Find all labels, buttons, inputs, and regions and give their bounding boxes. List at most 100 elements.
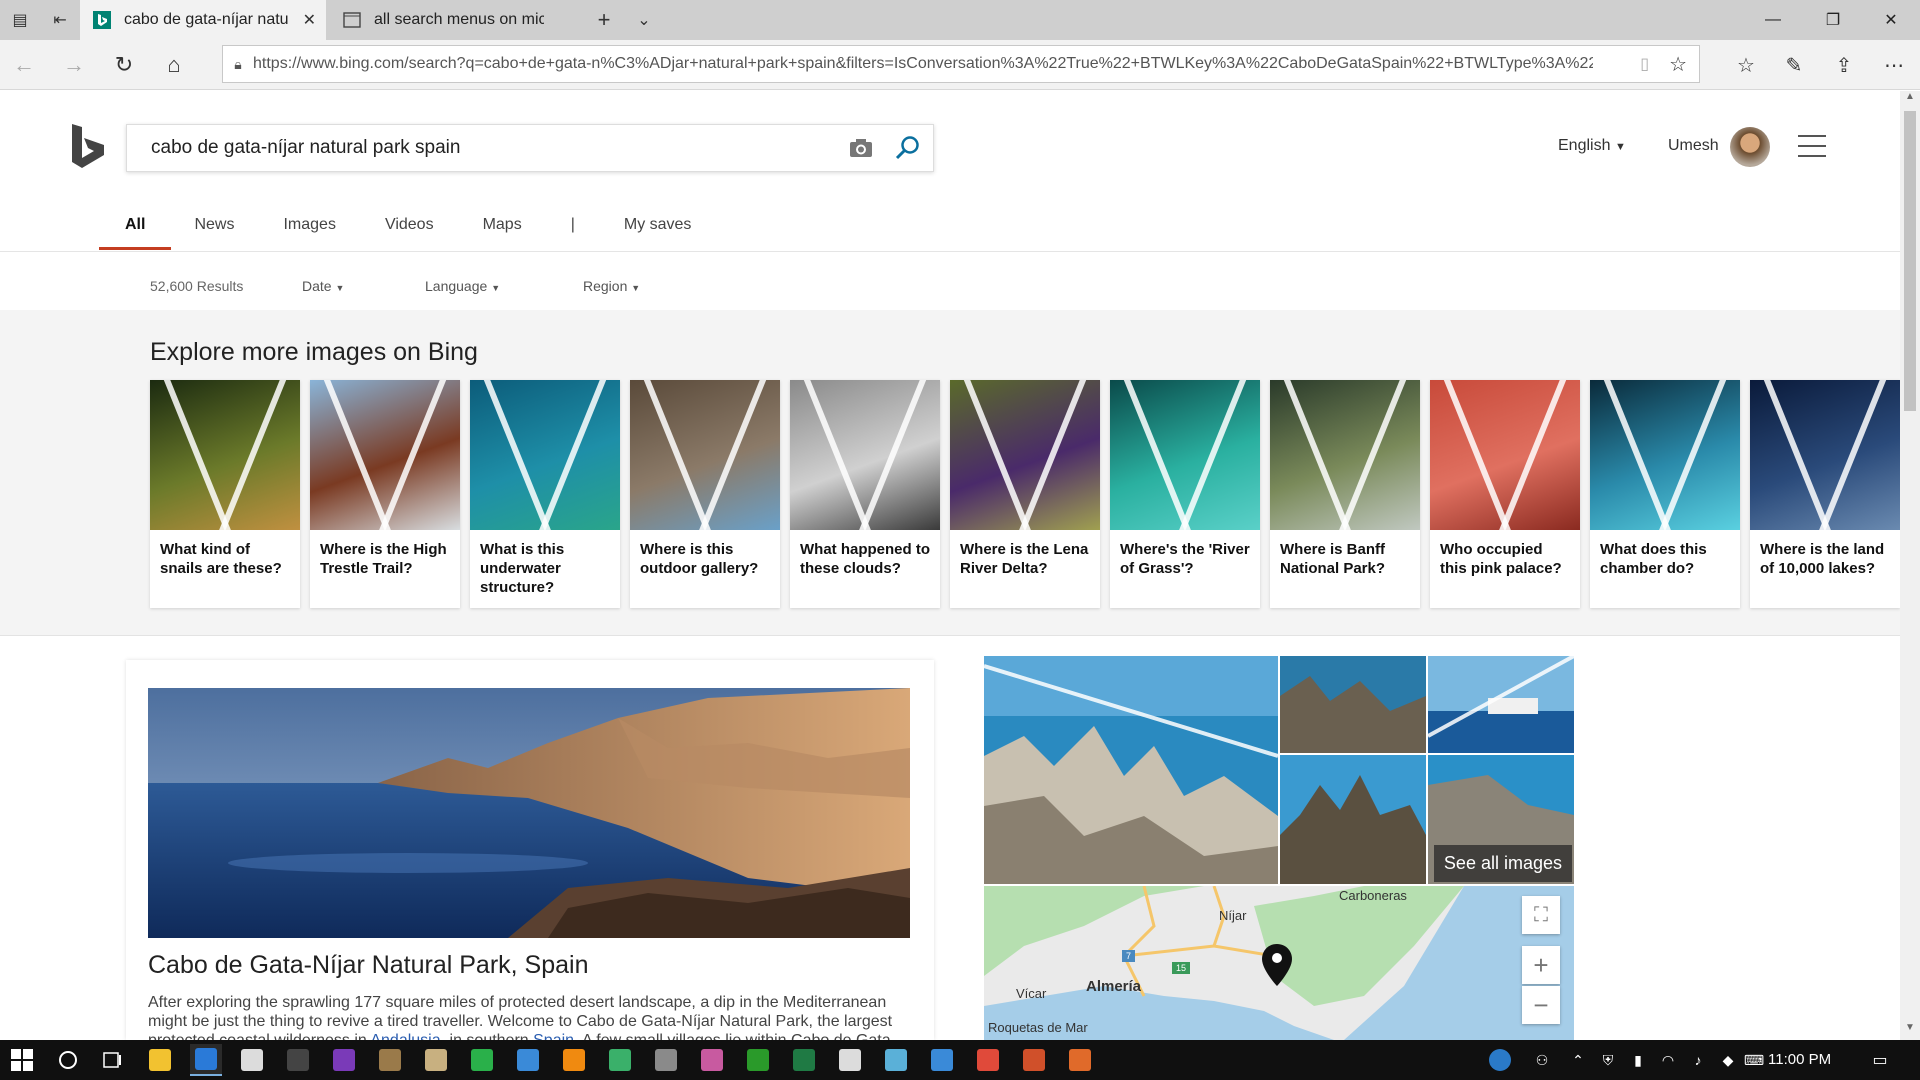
scrollbar[interactable]: ▲ ▼ bbox=[1900, 91, 1920, 1040]
tab-my-saves[interactable]: My saves bbox=[624, 210, 692, 250]
explore-card[interactable]: What is this underwater structure? bbox=[470, 380, 620, 608]
minimize-button[interactable]: — bbox=[1744, 0, 1802, 40]
explore-card[interactable]: Where is the Lena River Delta? bbox=[950, 380, 1100, 608]
hamburger-menu-icon[interactable] bbox=[1798, 135, 1826, 157]
rocks-image[interactable] bbox=[1280, 656, 1426, 753]
tab-maps[interactable]: Maps bbox=[483, 210, 522, 250]
zoom-out-button[interactable]: − bbox=[1522, 986, 1560, 1024]
volume-icon[interactable]: ♪ bbox=[1682, 1044, 1714, 1076]
clock[interactable]: 11:00 PM bbox=[1768, 1051, 1831, 1068]
explore-card[interactable]: Where is Banff National Park? bbox=[1270, 380, 1420, 608]
office-icon[interactable] bbox=[1064, 1044, 1096, 1076]
tabs-aside-icon[interactable]: ⇤ bbox=[40, 0, 80, 40]
new-tab-icon[interactable]: + bbox=[584, 0, 624, 40]
map-pin-icon[interactable] bbox=[1262, 944, 1292, 986]
keyboard-icon[interactable]: ⌨ bbox=[1738, 1044, 1770, 1076]
maximize-button[interactable]: ❐ bbox=[1804, 0, 1862, 40]
paint3d-icon[interactable] bbox=[604, 1044, 636, 1076]
explore-card[interactable]: Who occupied this pink palace? bbox=[1430, 380, 1580, 608]
arrecife-image[interactable] bbox=[1280, 755, 1426, 884]
scrollbar-thumb[interactable] bbox=[1904, 111, 1916, 411]
weather-icon[interactable] bbox=[926, 1044, 958, 1076]
favorites-hub-icon[interactable]: ☆ bbox=[1726, 45, 1766, 85]
home-icon[interactable]: ⌂ bbox=[154, 45, 194, 85]
forward-arrow-icon[interactable]: → bbox=[54, 45, 94, 85]
people-icon[interactable]: ⚇ bbox=[1526, 1044, 1558, 1076]
tab-actions-icon[interactable]: ▤ bbox=[0, 0, 40, 40]
windows-start-icon[interactable] bbox=[6, 1044, 38, 1076]
region-filter[interactable]: Region ▼ bbox=[583, 278, 640, 294]
back-arrow-icon[interactable]: ← bbox=[4, 45, 44, 85]
file-explorer-icon[interactable] bbox=[144, 1044, 176, 1076]
task-view-icon[interactable] bbox=[96, 1044, 128, 1076]
snip-icon[interactable] bbox=[880, 1044, 912, 1076]
share-icon[interactable]: ⇪ bbox=[1824, 45, 1864, 85]
wifi-icon[interactable]: ◠ bbox=[1652, 1044, 1684, 1076]
refresh-icon[interactable]: ↻ bbox=[104, 45, 144, 85]
search-icon[interactable] bbox=[883, 135, 933, 161]
close-window-button[interactable]: ✕ bbox=[1862, 0, 1920, 40]
kindle-icon[interactable] bbox=[282, 1044, 314, 1076]
tab-news[interactable]: News bbox=[194, 210, 234, 250]
evernote-icon[interactable] bbox=[466, 1044, 498, 1076]
village-image[interactable] bbox=[1428, 656, 1574, 753]
scroll-up-icon[interactable]: ▲ bbox=[1900, 91, 1920, 109]
tab-microsoft-search[interactable]: all search menus on microsc bbox=[330, 0, 576, 40]
notifications-icon[interactable]: ▭ bbox=[1864, 1044, 1896, 1076]
close-tab-icon[interactable]: ✕ bbox=[303, 10, 316, 30]
see-all-images-button[interactable]: See all images bbox=[1433, 845, 1572, 882]
tab-videos[interactable]: Videos bbox=[385, 210, 434, 250]
sticky-icon[interactable] bbox=[650, 1044, 682, 1076]
coast-image[interactable] bbox=[984, 656, 1278, 884]
excel-icon[interactable] bbox=[788, 1044, 820, 1076]
chrome-icon[interactable] bbox=[972, 1044, 1004, 1076]
cortana-icon[interactable] bbox=[52, 1044, 84, 1076]
explore-card[interactable]: What does this chamber do? bbox=[1590, 380, 1740, 608]
address-bar[interactable]: 🔒︎ https://www.bing.com/search?q=cabo+de… bbox=[222, 45, 1700, 83]
chevron-down-icon[interactable]: ⌄ bbox=[624, 0, 664, 40]
language-dropdown[interactable]: English ▼ bbox=[1558, 137, 1626, 155]
edge-browser-icon[interactable] bbox=[190, 1044, 222, 1076]
web-note-pen-icon[interactable]: ✎ bbox=[1774, 45, 1814, 85]
hero-image[interactable] bbox=[148, 688, 910, 938]
tab-bing-search[interactable]: cabo de gata-níjar natu ✕ bbox=[80, 0, 326, 40]
explore-card[interactable]: What kind of snails are these? bbox=[150, 380, 300, 608]
explore-card[interactable]: Where is the High Trestle Trail? bbox=[310, 380, 460, 608]
groove-icon[interactable] bbox=[696, 1044, 728, 1076]
battery-icon[interactable]: ▮ bbox=[1622, 1044, 1654, 1076]
map[interactable]: Carboneras Níjar Almería Vícar Roquetas … bbox=[984, 886, 1574, 1040]
avatar[interactable] bbox=[1730, 127, 1770, 167]
defender-icon[interactable]: ⛨ bbox=[1592, 1044, 1624, 1076]
andalusia-link[interactable]: Andalusia bbox=[370, 1032, 440, 1040]
bing-logo[interactable] bbox=[70, 122, 110, 172]
explore-card[interactable]: What happened to these clouds? bbox=[790, 380, 940, 608]
language-filter[interactable]: Language ▼ bbox=[425, 278, 500, 294]
more-menu-icon[interactable]: ⋯ bbox=[1874, 45, 1914, 85]
zoom-in-button[interactable]: + bbox=[1522, 946, 1560, 984]
explore-card[interactable]: Where is the land of 10,000 lakes? bbox=[1750, 380, 1900, 608]
explore-card[interactable]: Where's the 'River of Grass'? bbox=[1110, 380, 1260, 608]
notepad-icon[interactable] bbox=[420, 1044, 452, 1076]
explore-card[interactable]: Where is this outdoor gallery? bbox=[630, 380, 780, 608]
spain-link[interactable]: Spain bbox=[533, 1032, 574, 1040]
camera-icon[interactable] bbox=[839, 138, 883, 158]
scroll-down-icon[interactable]: ▼ bbox=[1900, 1022, 1920, 1040]
favorite-star-icon[interactable]: ☆ bbox=[1669, 52, 1687, 77]
reading-view-icon[interactable]: ▯ bbox=[1640, 54, 1649, 74]
mail-icon[interactable] bbox=[236, 1044, 268, 1076]
map-expand-icon[interactable]: ⛶ bbox=[1522, 896, 1560, 934]
chevron-up-icon[interactable]: ⌃ bbox=[1562, 1044, 1594, 1076]
photos-icon[interactable] bbox=[374, 1044, 406, 1076]
powerpoint-icon[interactable] bbox=[1018, 1044, 1050, 1076]
search-input[interactable] bbox=[127, 137, 839, 159]
onenote-icon[interactable] bbox=[328, 1044, 360, 1076]
user-name[interactable]: Umesh bbox=[1668, 137, 1719, 155]
vlc-icon[interactable] bbox=[558, 1044, 590, 1076]
help-icon[interactable] bbox=[1484, 1044, 1516, 1076]
store-icon[interactable] bbox=[834, 1044, 866, 1076]
tab-images[interactable]: Images bbox=[283, 210, 335, 250]
result-title[interactable]: Cabo de Gata-Níjar Natural Park, Spain bbox=[148, 951, 589, 980]
paint-icon[interactable] bbox=[512, 1044, 544, 1076]
xbox-icon[interactable] bbox=[742, 1044, 774, 1076]
date-filter[interactable]: Date ▼ bbox=[302, 278, 344, 294]
